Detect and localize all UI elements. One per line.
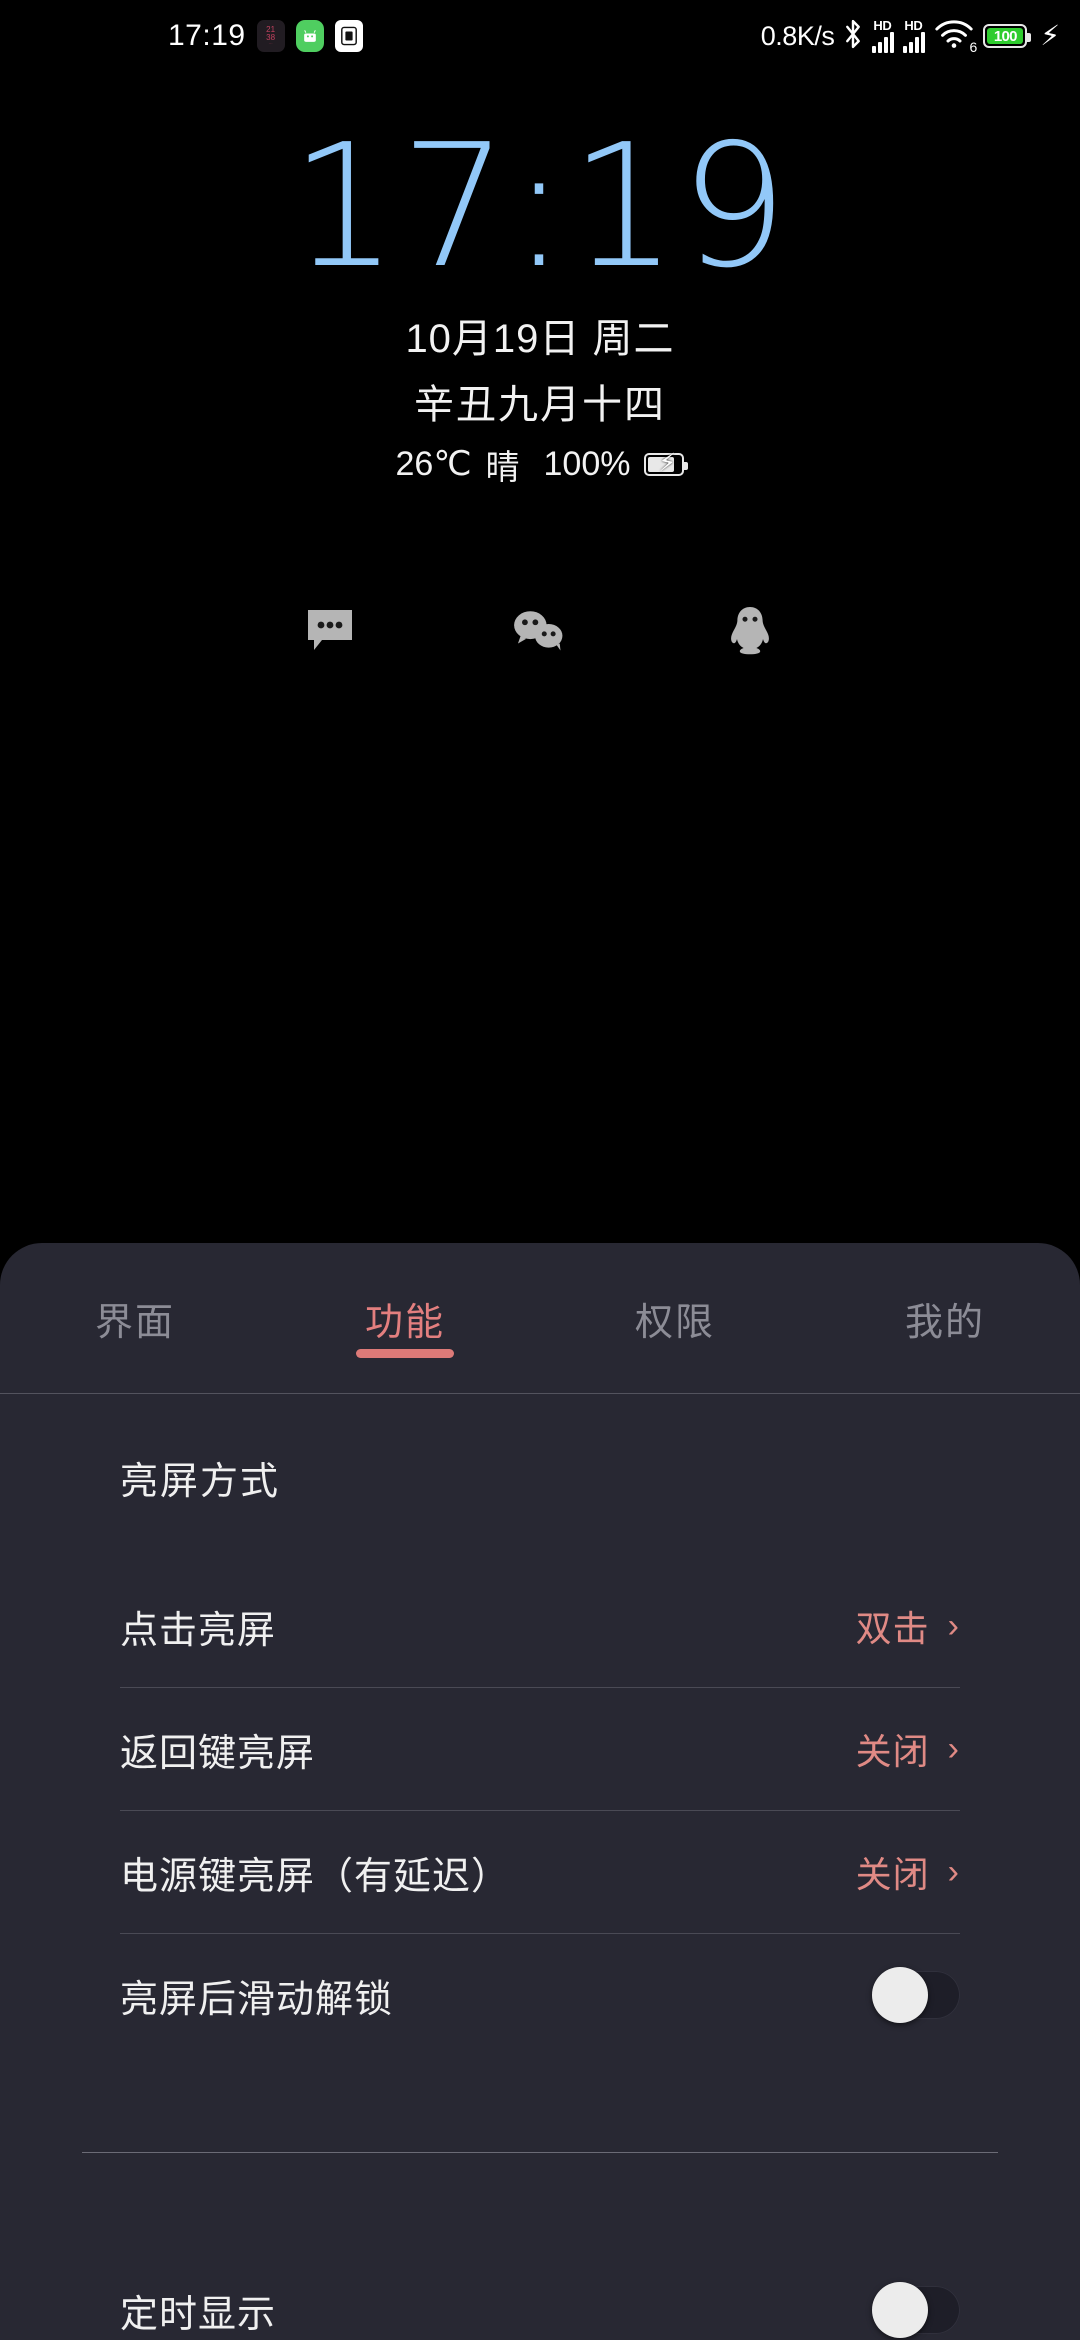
row-tap-to-wake-value[interactable]: 双击 › <box>856 1600 960 1652</box>
tab-bar: 界面 功能 权限 我的 <box>0 1243 1080 1393</box>
tab-active-underline <box>356 1349 454 1358</box>
row-tap-to-wake-value-text: 双击 <box>855 1608 930 1649</box>
tab-interface-label: 界面 <box>94 1302 175 1344</box>
lock-weather-battery: 26℃ 晴 100% ⚡ <box>0 440 1080 489</box>
charging-battery-icon: ⚡ <box>644 448 689 477</box>
row-slide-to-unlock-label: 亮屏后滑动解锁 <box>120 1978 394 2021</box>
qq-icon[interactable] <box>720 600 780 660</box>
lock-clock: 17:19 <box>290 108 790 306</box>
row-power-key-wake-label: 电源键亮屏（有延迟） <box>120 1855 511 1898</box>
row-scheduled-display-label: 定时显示 <box>120 2293 277 2336</box>
row-power-key-wake[interactable]: 电源键亮屏（有延迟） 关闭 › <box>120 1811 960 1933</box>
row-tap-to-wake[interactable]: 点击亮屏 双击 › <box>120 1565 960 1687</box>
lock-battery-percent: 100% <box>543 444 631 483</box>
lock-lunar-date: 辛丑九月十四 <box>414 382 666 427</box>
toggle-knob <box>872 2282 928 2338</box>
chevron-right-icon: › <box>947 1729 960 1768</box>
lock-temperature: 26℃ <box>395 445 472 484</box>
lock-weather: 晴 <box>485 448 520 487</box>
row-back-key-wake-value[interactable]: 关闭 › <box>856 1723 960 1775</box>
tab-interface[interactable]: 界面 <box>0 1243 270 1346</box>
chevron-right-icon: › <box>947 1852 960 1891</box>
chevron-right-icon: › <box>947 1606 960 1645</box>
tab-function-label: 功能 <box>364 1302 445 1344</box>
tab-permissions-label: 权限 <box>634 1302 715 1344</box>
row-scheduled-display[interactable]: 定时显示 <box>120 2249 960 2340</box>
lock-screen-info: 17:19 10月19日 周二 辛丑九月十四 26℃ 晴 100% ⚡ <box>0 0 1080 489</box>
tab-mine-label: 我的 <box>904 1302 985 1344</box>
phone-screen: 17:19 21 38 ∙∙∙ 0.8K/s HD HD 6 100 ⚡ 17:… <box>0 0 1080 2340</box>
sms-icon[interactable] <box>300 600 360 660</box>
lock-battery-bolt: ⚡ <box>658 448 677 477</box>
row-power-key-wake-value[interactable]: 关闭 › <box>856 1846 960 1898</box>
toggle-knob <box>872 1967 928 2023</box>
row-back-key-wake[interactable]: 返回键亮屏 关闭 › <box>120 1688 960 1810</box>
notification-icons <box>0 600 1080 660</box>
settings-panel: 界面 功能 权限 我的 亮屏方式 点击亮屏 双击 › 返回键亮屏 关闭 › 电源… <box>0 1243 1080 2340</box>
row-scheduled-display-toggle[interactable] <box>872 2282 960 2338</box>
row-tap-to-wake-label: 点击亮屏 <box>120 1609 277 1652</box>
lock-date: 10月19日 周二 <box>405 316 675 361</box>
tab-mine[interactable]: 我的 <box>810 1243 1080 1346</box>
row-back-key-wake-label: 返回键亮屏 <box>120 1732 316 1775</box>
row-slide-to-unlock-toggle[interactable] <box>872 1967 960 2023</box>
row-back-key-wake-value-text: 关闭 <box>855 1731 930 1772</box>
battery-level-label: 100 <box>993 27 1018 45</box>
section-title-screen-on-method: 亮屏方式 <box>120 1461 281 1503</box>
tab-permissions[interactable]: 权限 <box>540 1243 810 1346</box>
tab-function[interactable]: 功能 <box>270 1243 540 1358</box>
row-slide-to-unlock[interactable]: 亮屏后滑动解锁 <box>120 1934 960 2056</box>
row-power-key-wake-value-text: 关闭 <box>855 1854 930 1895</box>
wechat-icon[interactable] <box>510 600 570 660</box>
